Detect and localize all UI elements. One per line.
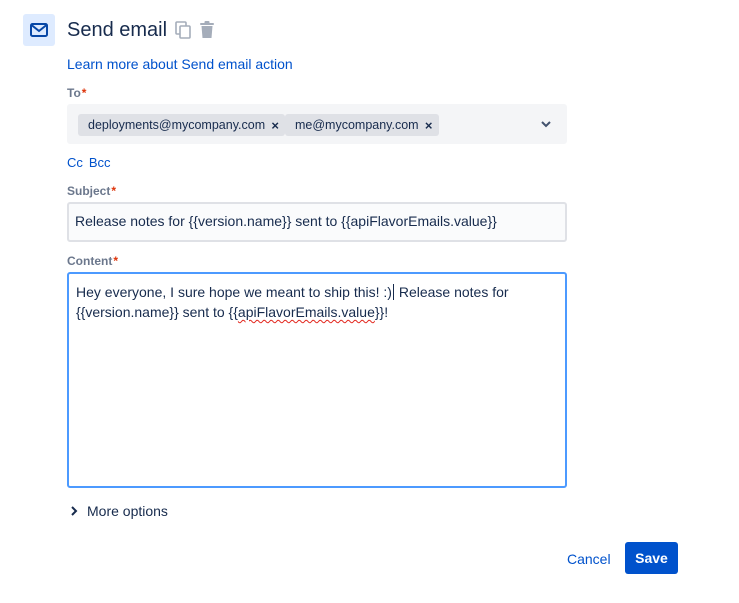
- content-textarea[interactable]: Hey everyone, I sure hope we meant to sh…: [67, 272, 567, 488]
- subject-label-text: Subject: [67, 184, 111, 198]
- page-title: Send email: [67, 19, 168, 41]
- required-marker: *: [113, 254, 118, 268]
- remove-recipient-icon[interactable]: ×: [419, 118, 439, 133]
- save-button[interactable]: Save: [625, 542, 678, 574]
- cc-bcc-links: Cc Bcc: [67, 155, 117, 170]
- to-label: To*: [67, 86, 86, 100]
- recipient-chip: me@mycompany.com ×: [285, 114, 439, 136]
- text-caret: [392, 284, 394, 300]
- subject-input[interactable]: Release notes for {{version.name}} sent …: [67, 202, 567, 242]
- content-text: {{version.name}} sent to {{: [76, 304, 238, 320]
- more-options-label: More options: [87, 503, 168, 519]
- chevron-down-icon[interactable]: [539, 117, 553, 131]
- content-label: Content*: [67, 254, 118, 268]
- content-text: Release notes for: [394, 284, 509, 300]
- cancel-button[interactable]: Cancel: [560, 544, 618, 574]
- subject-label: Subject*: [67, 184, 116, 198]
- more-options-toggle[interactable]: More options: [70, 503, 168, 519]
- to-label-text: To: [67, 86, 81, 100]
- required-marker: *: [81, 86, 87, 100]
- remove-recipient-icon[interactable]: ×: [265, 118, 285, 133]
- copy-icon[interactable]: [175, 21, 191, 39]
- required-marker: *: [111, 184, 117, 198]
- bcc-link[interactable]: Bcc: [89, 155, 111, 170]
- learn-more-link[interactable]: Learn more about Send email action: [67, 56, 293, 72]
- to-recipients-field[interactable]: deployments@mycompany.com × me@mycompany…: [67, 104, 567, 144]
- recipient-chip: deployments@mycompany.com ×: [78, 114, 286, 136]
- recipient-chip-label: me@mycompany.com: [295, 118, 419, 132]
- mail-icon: [30, 23, 48, 37]
- content-text: }}!: [374, 304, 389, 320]
- recipient-chip-label: deployments@mycompany.com: [88, 118, 266, 132]
- cc-link[interactable]: Cc: [67, 155, 83, 170]
- content-text: Hey everyone, I sure hope we meant to sh…: [76, 284, 392, 300]
- content-label-text: Content: [67, 254, 113, 268]
- trash-icon[interactable]: [199, 21, 215, 39]
- spellcheck-text: apiFlavorEmails.value: [237, 304, 375, 320]
- mail-icon-container: [23, 14, 55, 46]
- chevron-right-icon: [71, 506, 78, 516]
